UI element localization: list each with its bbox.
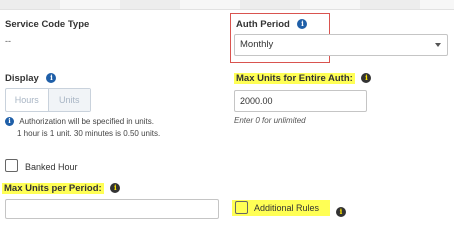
top-divider bbox=[0, 0, 454, 10]
info-icon[interactable]: i bbox=[46, 73, 57, 83]
max-units-per-period-input[interactable] bbox=[5, 199, 219, 219]
service-code-type-label: Service Code Type bbox=[5, 19, 90, 30]
service-code-type-value: -- bbox=[5, 36, 11, 46]
display-label: Display i bbox=[5, 73, 57, 84]
form-panel: Service Code Type -- Auth Period i Month… bbox=[0, 0, 454, 222]
auth-period-selected-value: Monthly bbox=[240, 39, 274, 50]
display-label-text: Display bbox=[5, 73, 39, 84]
auth-period-select[interactable]: Monthly bbox=[234, 34, 448, 56]
max-units-entire-auth-input[interactable]: 2000.00 bbox=[234, 90, 367, 112]
display-option-hours[interactable]: Hours bbox=[6, 89, 48, 111]
display-note-line1-row: i Authorization will be specified in uni… bbox=[5, 117, 154, 126]
max-units-per-period-label: Max Units per Period: i bbox=[2, 183, 121, 194]
banked-hour-label[interactable]: Banked Hour bbox=[25, 162, 78, 172]
max-units-per-period-label-text: Max Units per Period: bbox=[2, 183, 104, 194]
additional-rules-info: i bbox=[336, 202, 346, 220]
chevron-down-icon bbox=[435, 43, 441, 47]
info-icon[interactable]: i bbox=[110, 183, 121, 193]
max-units-entire-auth-label-text: Max Units for Entire Auth: bbox=[234, 73, 355, 84]
display-note-line2: 1 hour is 1 unit. 30 minutes is 0.50 uni… bbox=[17, 129, 161, 138]
banked-hour-checkbox[interactable] bbox=[5, 159, 18, 172]
auth-period-label-text: Auth Period bbox=[236, 19, 290, 30]
display-toggle[interactable]: Hours Units bbox=[5, 88, 91, 112]
display-note-line1: Authorization will be specified in units… bbox=[19, 117, 154, 126]
additional-rules-label[interactable]: Additional Rules bbox=[254, 203, 319, 213]
display-option-units[interactable]: Units bbox=[47, 89, 90, 111]
max-units-entire-auth-hint: Enter 0 for unlimited bbox=[234, 116, 306, 125]
info-icon[interactable]: i bbox=[361, 73, 372, 83]
auth-period-label: Auth Period i bbox=[236, 19, 308, 30]
info-icon[interactable]: i bbox=[336, 207, 346, 217]
info-icon[interactable]: i bbox=[297, 19, 308, 29]
max-units-entire-auth-label: Max Units for Entire Auth: i bbox=[234, 73, 372, 84]
info-icon: i bbox=[5, 117, 14, 126]
additional-rules-checkbox[interactable] bbox=[235, 201, 248, 214]
